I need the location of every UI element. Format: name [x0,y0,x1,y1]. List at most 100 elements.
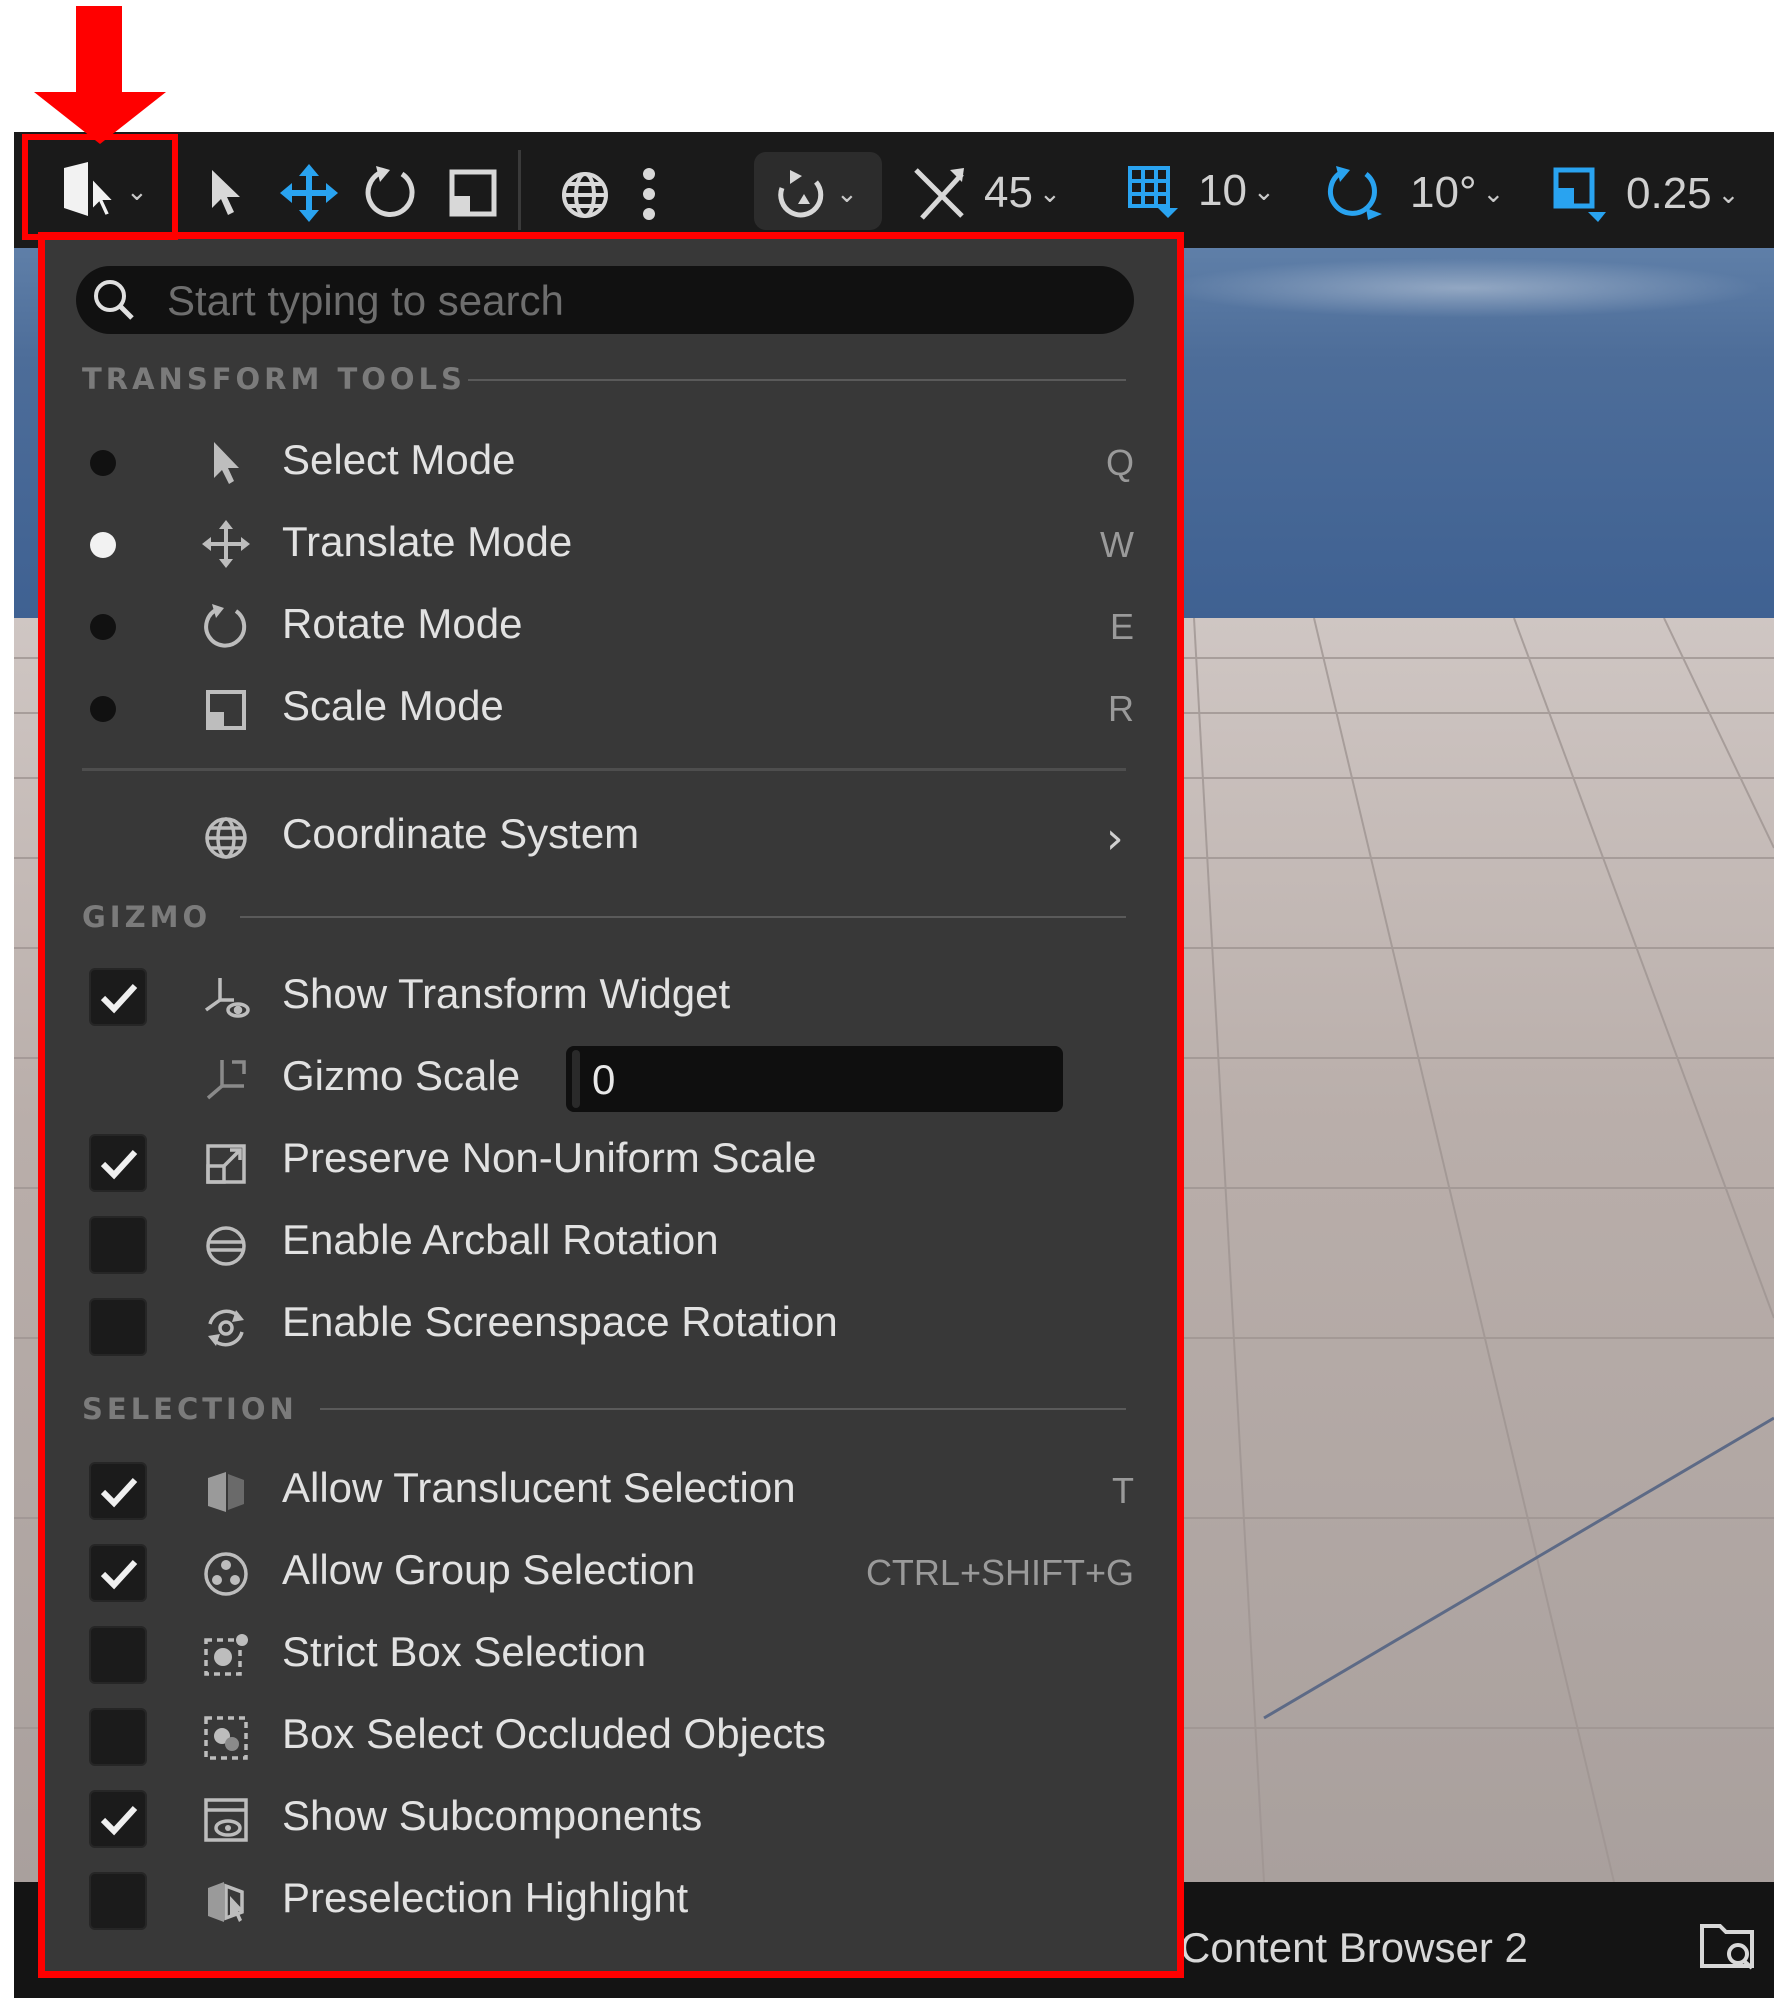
submenu-arrow-icon: › [1106,813,1124,864]
checkmark-icon [100,1477,138,1508]
radio-select-mode[interactable] [90,450,116,476]
scale-snap-button[interactable]: 0.25 ⌄ [1552,166,1739,222]
section-header-transform-tools: TRANSFORM TOOLS [82,362,466,396]
shortcut-e: E [1109,606,1134,647]
menu-item-rotate-mode[interactable]: Rotate Mode [282,600,522,648]
grid-snap-value: 10 [1198,166,1247,215]
grid-snap-icon [1128,166,1178,218]
angle-snap-icon [914,168,964,220]
shortcut-w: W [1100,524,1134,565]
shortcut-ctrl-shift-g: CTRL+SHIFT+G [865,1552,1134,1593]
checkmark-icon [100,1805,138,1836]
checkbox-allow-translucent-selection[interactable] [89,1462,147,1520]
transform-widget-eye-icon [204,978,250,1018]
angle-snap-value: 45 [984,168,1033,217]
menu-item-select-mode[interactable]: Select Mode [282,436,515,484]
section-divider [468,379,1126,381]
content-browser-tab[interactable]: Content Browser 2 [1180,1924,1528,1972]
rotate-icon [204,604,247,648]
non-uniform-scale-icon [206,1144,246,1184]
shortcut-r: R [1108,688,1134,729]
viewport-toolbar [14,132,1774,248]
menu-item-enable-arcball-rotation[interactable]: Enable Arcball Rotation [282,1216,719,1264]
menu-item-coordinate-system[interactable]: Coordinate System [282,810,639,858]
menu-item-show-subcomponents[interactable]: Show Subcomponents [282,1792,702,1840]
menu-item-show-transform-widget[interactable]: Show Transform Widget [282,970,730,1018]
translucent-icon [208,1472,244,1512]
chevron-down-icon: ⌄ [1038,177,1061,208]
menu-item-allow-translucent-selection[interactable]: Allow Translucent Selection [282,1464,796,1512]
translate-icon [202,520,250,568]
menu-item-box-select-occluded-objects[interactable]: Box Select Occluded Objects [282,1710,826,1758]
shortcut-q: Q [1105,442,1134,483]
box-occluded-icon [204,1716,248,1760]
folder-search-icon[interactable] [1700,1918,1756,1970]
strict-box-icon [204,1634,248,1676]
menu-item-enable-screenspace-rotation[interactable]: Enable Screenspace Rotation [282,1298,838,1346]
scale-icon [206,690,246,730]
more-options-icon[interactable] [642,166,656,222]
section-header-gizmo: GIZMO [82,900,212,934]
gizmo-scale-input[interactable] [566,1046,1063,1112]
section-divider [240,916,1126,918]
annotation-arrow-shaft [76,6,122,92]
gizmo-scale-label: Gizmo Scale [282,1052,521,1099]
surface-snap-icon-group: ⌄ [772,164,858,222]
select-tool-icon[interactable] [208,168,248,218]
search-icon [94,280,134,320]
globe-icon [205,817,247,859]
scale-tool-icon[interactable] [446,166,500,220]
subcomponents-icon [204,1798,248,1842]
checkmark-icon [100,1559,138,1590]
group-icon [204,1552,248,1596]
chevron-down-icon: ⌄ [1717,178,1740,209]
toolbar-divider [518,150,521,230]
rotation-snap-icon [1327,166,1382,220]
checkbox-box-select-occluded-objects[interactable] [89,1708,147,1766]
radio-translate-mode[interactable] [90,532,116,558]
menu-item-strict-box-selection[interactable]: Strict Box Selection [282,1628,646,1676]
gizmo-scale-value: 0 [592,1056,616,1103]
scale-snap-icon [1553,167,1606,222]
menu-separator [82,768,1126,771]
checkbox-strict-box-selection[interactable] [89,1626,147,1684]
menu-item-preselection-highlight[interactable]: Preselection Highlight [282,1874,688,1922]
checkbox-enable-arcball-rotation[interactable] [89,1216,147,1274]
arcball-icon [206,1226,246,1266]
rotation-snap-button[interactable]: 10° ⌄ [1326,164,1504,222]
checkbox-show-subcomponents[interactable] [89,1790,147,1848]
gizmo-scale-icon [206,1060,246,1100]
menu-item-translate-mode[interactable]: Translate Mode [282,518,572,566]
annotation-highlight-box [22,134,178,240]
chevron-down-icon: ⌄ [1482,177,1505,208]
radio-scale-mode[interactable] [90,696,116,722]
world-coordinate-icon[interactable] [560,170,610,220]
checkbox-show-transform-widget[interactable] [89,968,147,1026]
checkbox-allow-group-selection[interactable] [89,1544,147,1602]
grid-snap-button[interactable]: 10 ⌄ [1126,164,1275,218]
section-header-selection: SELECTION [82,1392,298,1426]
select-arrow-icon [214,442,239,484]
checkbox-preselection-highlight[interactable] [89,1872,147,1930]
checkmark-icon [100,983,138,1014]
rotate-tool-icon[interactable] [362,164,418,220]
section-divider [320,1408,1126,1410]
sky-cloud [1164,258,1764,318]
menu-item-preserve-non-uniform-scale[interactable]: Preserve Non-Uniform Scale [282,1134,817,1182]
checkbox-preserve-non-uniform-scale[interactable] [89,1134,147,1192]
chevron-down-icon: ⌄ [1252,175,1275,206]
chevron-down-icon: ⌄ [836,177,858,208]
checkbox-enable-screenspace-rotation[interactable] [89,1298,147,1356]
preselection-icon [208,1882,244,1922]
shortcut-t: T [1112,1470,1134,1511]
scale-snap-value: 0.25 [1626,169,1712,218]
angle-snap-button[interactable]: 45 ⌄ [912,162,1061,224]
radio-rotate-mode[interactable] [90,614,116,640]
surface-snap-icon [778,170,824,218]
gizmo-scale-drag-handle[interactable] [572,1050,580,1108]
search-input[interactable] [165,268,1109,334]
menu-item-allow-group-selection[interactable]: Allow Group Selection [282,1546,695,1594]
menu-item-scale-mode[interactable]: Scale Mode [282,682,504,730]
screenspace-rotation-icon [208,1309,244,1347]
translate-tool-icon[interactable] [280,164,338,222]
